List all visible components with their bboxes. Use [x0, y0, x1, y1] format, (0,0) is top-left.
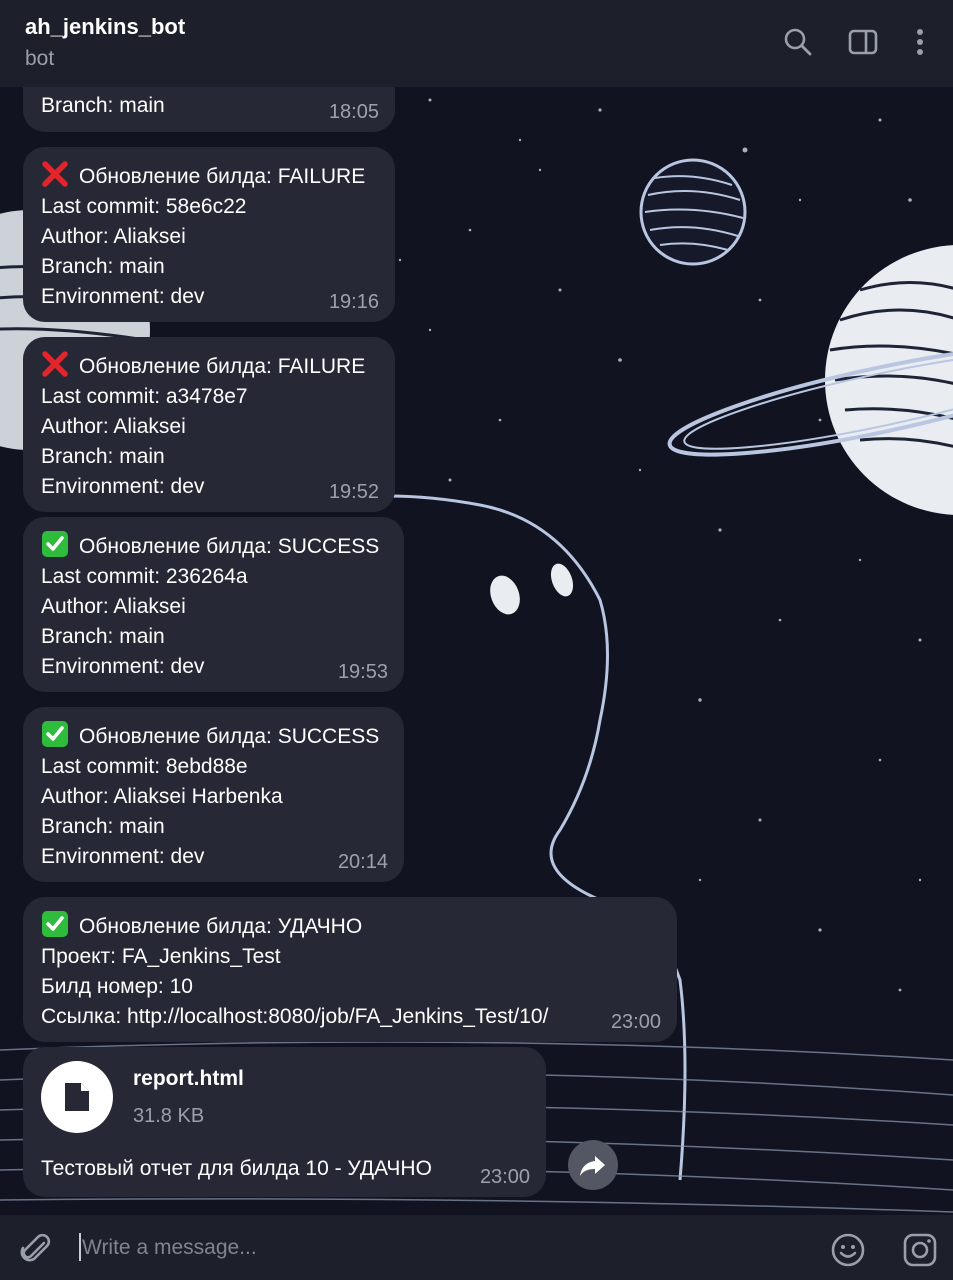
- message-line: Environment: dev: [41, 655, 205, 678]
- attach-icon[interactable]: [18, 1231, 54, 1267]
- message-line: Last commit: a3478e7: [41, 385, 248, 408]
- message-line: Author: Aliaksei Harbenka: [41, 785, 283, 808]
- message-bubble[interactable]: Обновление билда: УДАЧНО Проект: FA_Jenk…: [23, 897, 677, 1042]
- message-line: Обновление билда: FAILURE: [79, 355, 366, 378]
- check-mark-icon: [42, 531, 68, 557]
- message-line: Author: Aliaksei: [41, 595, 186, 618]
- message-line: Author: Aliaksei: [41, 225, 186, 248]
- message-line: Last commit: 58e6c22: [41, 195, 247, 218]
- message-time: 23:00: [610, 1011, 661, 1033]
- message-time: 19:53: [337, 661, 388, 683]
- file-icon: [65, 1083, 89, 1111]
- message-line: Обновление билда: SUCCESS: [79, 725, 380, 748]
- message-line: Last commit: 236264a: [41, 565, 248, 588]
- message-line: Environment: dev: [41, 285, 205, 308]
- message-line: Branch: main: [41, 255, 165, 278]
- message-heading: Обновление билда: SUCCESS: [41, 530, 386, 562]
- message-line: Билд номер: 10: [41, 975, 193, 998]
- message-line: Branch: main: [41, 625, 165, 648]
- text-caret: [79, 1233, 81, 1261]
- forward-arrow-icon: [580, 1156, 605, 1176]
- file-message-bubble[interactable]: report.html 31.8 KB Тестовый отчет для б…: [23, 1047, 546, 1197]
- message-time: 18:05: [328, 101, 379, 123]
- message-line: Branch: main: [41, 94, 165, 117]
- check-mark-icon: [42, 911, 68, 937]
- file-name[interactable]: report.html: [133, 1067, 244, 1091]
- message-line: Environment: dev: [41, 475, 205, 498]
- message-heading: Обновление билда: УДАЧНО: [41, 910, 659, 942]
- message-heading: Обновление билда: FAILURE: [41, 350, 377, 382]
- file-caption: Тестовый отчет для билда 10 - УДАЧНО: [41, 1157, 432, 1180]
- message-bubble[interactable]: Обновление билда: FAILURE Last commit: 5…: [23, 147, 395, 322]
- message-line: Обновление билда: УДАЧНО: [79, 915, 363, 938]
- message-list[interactable]: Branch: main 18:05 Обновление билда: FAI…: [0, 87, 953, 1215]
- message-composer: Write a message...: [0, 1215, 953, 1280]
- more-vertical-icon[interactable]: [904, 26, 936, 58]
- message-time: 20:14: [337, 851, 388, 873]
- message-line: Обновление билда: SUCCESS: [79, 535, 380, 558]
- message-time: 23:00: [479, 1166, 530, 1188]
- message-time: 19:52: [328, 481, 379, 503]
- message-line: Author: Aliaksei: [41, 415, 186, 438]
- message-time: 19:16: [328, 291, 379, 313]
- message-input[interactable]: Write a message...: [82, 1236, 257, 1260]
- chat-subtitle: bot: [25, 47, 55, 70]
- message-line: Branch: main: [41, 815, 165, 838]
- message-line: Environment: dev: [41, 845, 205, 868]
- cross-mark-icon: [42, 161, 68, 187]
- chat-title[interactable]: ah_jenkins_bot: [25, 14, 185, 40]
- file-size: 31.8 KB: [133, 1105, 205, 1127]
- sticker-icon[interactable]: [902, 1232, 938, 1268]
- search-icon[interactable]: [782, 26, 814, 58]
- message-line: Last commit: 8ebd88e: [41, 755, 248, 778]
- cross-mark-icon: [42, 351, 68, 377]
- sidebar-panel-icon[interactable]: [847, 26, 879, 58]
- forward-button[interactable]: [568, 1140, 618, 1190]
- message-line: Обновление билда: FAILURE: [79, 165, 366, 188]
- message-line: Проект: FA_Jenkins_Test: [41, 945, 281, 968]
- message-link[interactable]: Ссылка: http://localhost:8080/job/FA_Jen…: [41, 1002, 659, 1032]
- message-bubble[interactable]: Обновление билда: SUCCESS Last commit: 2…: [23, 517, 404, 692]
- message-heading: Обновление билда: FAILURE: [41, 160, 377, 192]
- message-heading: Обновление билда: SUCCESS: [41, 720, 386, 752]
- chat-header: ah_jenkins_bot bot: [0, 0, 953, 87]
- file-download-button[interactable]: [41, 1061, 113, 1133]
- emoji-icon[interactable]: [830, 1232, 866, 1268]
- message-bubble[interactable]: Обновление билда: FAILURE Last commit: a…: [23, 337, 395, 512]
- message-bubble[interactable]: Обновление билда: SUCCESS Last commit: 8…: [23, 707, 404, 882]
- message-bubble[interactable]: Branch: main 18:05: [23, 87, 395, 132]
- check-mark-icon: [42, 721, 68, 747]
- message-line: Branch: main: [41, 445, 165, 468]
